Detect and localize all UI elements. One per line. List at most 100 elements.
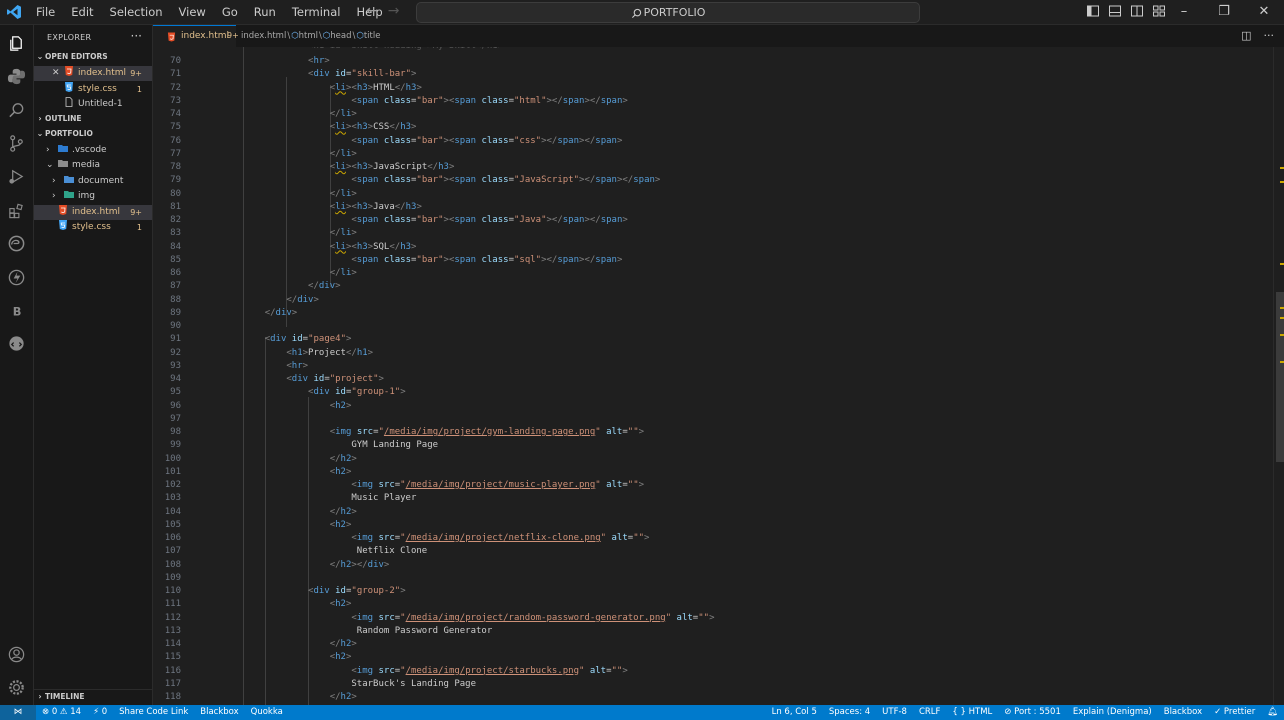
tree-item-media[interactable]: ⌄ media bbox=[34, 158, 152, 173]
open-editor-style-css[interactable]: style.css 1 bbox=[34, 82, 152, 97]
code-line[interactable]: <li><h3>JavaScript</h3> bbox=[243, 162, 455, 172]
code-line[interactable]: Random Password Generator bbox=[243, 626, 492, 636]
tree-item-index-html[interactable]: index.html 9+ bbox=[34, 205, 152, 220]
line-number[interactable]: 79 bbox=[153, 175, 181, 185]
code-line[interactable]: <h2> bbox=[243, 599, 352, 609]
timeline-header[interactable]: › TIMELINE bbox=[34, 689, 152, 704]
line-number[interactable]: 112 bbox=[153, 613, 181, 623]
code-line[interactable]: </li> bbox=[243, 109, 357, 119]
menu-go[interactable]: Go bbox=[214, 0, 246, 24]
breadcrumb-html[interactable]: html bbox=[299, 31, 318, 41]
settings-gear-icon[interactable] bbox=[7, 678, 26, 697]
line-number[interactable]: 86 bbox=[153, 268, 181, 278]
line-number[interactable]: 107 bbox=[153, 546, 181, 556]
line-number[interactable]: 108 bbox=[153, 560, 181, 570]
line-number[interactable]: 88 bbox=[153, 295, 181, 305]
minimize-icon[interactable]: – bbox=[1164, 0, 1204, 24]
open-editors-header[interactable]: ⌄ OPEN EDITORS bbox=[34, 50, 152, 64]
line-number[interactable]: 99 bbox=[153, 440, 181, 450]
toggle-primary-sidebar-icon[interactable] bbox=[1086, 4, 1100, 18]
code-line[interactable]: <img src="/media/img/project/random-pass… bbox=[243, 613, 714, 623]
line-number[interactable]: 95 bbox=[153, 387, 181, 397]
line-number[interactable]: 73 bbox=[153, 96, 181, 106]
open-editor-untitled[interactable]: Untitled-1 bbox=[34, 97, 152, 112]
line-number[interactable]: 114 bbox=[153, 639, 181, 649]
portfolio-folder-header[interactable]: ⌄ PORTFOLIO bbox=[34, 127, 152, 141]
tree-item-img[interactable]: › img bbox=[34, 189, 152, 204]
code-line[interactable]: StarBuck's Landing Page bbox=[243, 679, 476, 689]
code-line[interactable]: <h1>Project</h1> bbox=[243, 348, 373, 358]
back-arrow-icon[interactable]: ← bbox=[366, 3, 378, 19]
menu-file[interactable]: File bbox=[28, 0, 63, 24]
line-number[interactable]: 105 bbox=[153, 520, 181, 530]
code-line[interactable]: </div> bbox=[243, 295, 319, 305]
line-number[interactable]: 94 bbox=[153, 374, 181, 384]
remote-indicator-icon[interactable]: ⋈ bbox=[0, 705, 36, 720]
source-control-icon[interactable] bbox=[7, 134, 26, 153]
code-line[interactable]: </li> bbox=[243, 228, 357, 238]
code-line[interactable]: <li><h3>CSS</h3> bbox=[243, 122, 417, 132]
line-number[interactable]: 71 bbox=[153, 69, 181, 79]
menu-run[interactable]: Run bbox=[246, 0, 284, 24]
line-number[interactable]: 103 bbox=[153, 493, 181, 503]
code-line[interactable]: <hr> bbox=[243, 56, 330, 66]
line-number[interactable]: 106 bbox=[153, 533, 181, 543]
explorer-files-icon[interactable] bbox=[7, 34, 26, 53]
code-line[interactable]: </div> bbox=[243, 308, 298, 318]
line-number[interactable]: 77 bbox=[153, 149, 181, 159]
menu-view[interactable]: View bbox=[171, 0, 214, 24]
menu-edit[interactable]: Edit bbox=[63, 0, 101, 24]
split-editor-icon[interactable]: ◫ bbox=[1241, 29, 1251, 42]
run-debug-icon[interactable] bbox=[7, 167, 26, 186]
code-line[interactable]: </div> bbox=[243, 281, 341, 291]
status-eol[interactable]: CRLF bbox=[913, 705, 946, 720]
line-number[interactable]: 80 bbox=[153, 189, 181, 199]
blackbox-icon[interactable]: B bbox=[7, 301, 26, 320]
line-number[interactable]: 81 bbox=[153, 202, 181, 212]
line-number[interactable]: 109 bbox=[153, 573, 181, 583]
tree-item-vscode[interactable]: › .vscode bbox=[34, 143, 152, 158]
more-actions-icon[interactable]: ··· bbox=[131, 29, 142, 43]
line-number[interactable]: 115 bbox=[153, 652, 181, 662]
line-number[interactable]: 82 bbox=[153, 215, 181, 225]
code-line[interactable]: <hr> bbox=[243, 361, 308, 371]
edge-browser-icon[interactable] bbox=[7, 234, 26, 253]
code-line[interactable]: <span class="bar"><span class="html"></s… bbox=[243, 96, 627, 106]
line-number[interactable]: 78 bbox=[153, 162, 181, 172]
outline-header[interactable]: › OUTLINE bbox=[34, 112, 152, 126]
quokka-icon[interactable] bbox=[7, 268, 26, 287]
tree-item-style-css[interactable]: style.css 1 bbox=[34, 220, 152, 235]
code-editor[interactable]: <h1 id="skill-heading">My Skill</h1> 70 … bbox=[153, 47, 1273, 705]
status-share-code-link[interactable]: Share Code Link bbox=[113, 705, 194, 720]
code-line[interactable]: <div id="group-1"> bbox=[243, 387, 406, 397]
code-line[interactable]: <img src="/media/img/project/gym-landing… bbox=[243, 427, 644, 437]
code-line[interactable]: <li><h3>HTML</h3> bbox=[243, 83, 422, 93]
maximize-icon[interactable]: ❐ bbox=[1204, 0, 1244, 24]
code-line[interactable]: GYM Landing Page bbox=[243, 440, 438, 450]
line-number[interactable]: 110 bbox=[153, 586, 181, 596]
line-number[interactable]: 85 bbox=[153, 255, 181, 265]
code-line[interactable]: <h2> bbox=[243, 520, 352, 530]
open-editor-index-html[interactable]: ✕ index.html 9+ bbox=[34, 66, 152, 81]
code-line[interactable]: <img src="/media/img/project/netflix-clo… bbox=[243, 533, 649, 543]
line-number[interactable]: 90 bbox=[153, 321, 181, 331]
code-line[interactable]: <div id="page4"> bbox=[243, 334, 352, 344]
line-number[interactable]: 89 bbox=[153, 308, 181, 318]
code-line[interactable]: </h2> bbox=[243, 454, 357, 464]
line-number[interactable]: 118 bbox=[153, 692, 181, 702]
code-line[interactable]: <li><h3>Java</h3> bbox=[243, 202, 422, 212]
code-line[interactable]: </h2> bbox=[243, 639, 357, 649]
code-line[interactable]: <div id="group-2"> bbox=[243, 586, 406, 596]
status-indentation[interactable]: Spaces: 4 bbox=[823, 705, 876, 720]
line-number[interactable]: 117 bbox=[153, 679, 181, 689]
breadcrumb-head[interactable]: head bbox=[330, 31, 351, 41]
code-line[interactable]: </h2> bbox=[243, 692, 357, 702]
tab-index-html[interactable]: index.html 9+ bbox=[153, 25, 239, 48]
status-language[interactable]: { } HTML bbox=[946, 705, 998, 720]
code-line[interactable]: <span class="bar"><span class="JavaScrip… bbox=[243, 175, 660, 185]
code-line[interactable]: <div id="project"> bbox=[243, 374, 384, 384]
code-line[interactable]: <h2> bbox=[243, 652, 352, 662]
code-line[interactable]: <li><h3>SQL</h3> bbox=[243, 242, 417, 252]
line-number[interactable]: 98 bbox=[153, 427, 181, 437]
code-line[interactable]: <span class="bar"><span class="css"></sp… bbox=[243, 136, 622, 146]
